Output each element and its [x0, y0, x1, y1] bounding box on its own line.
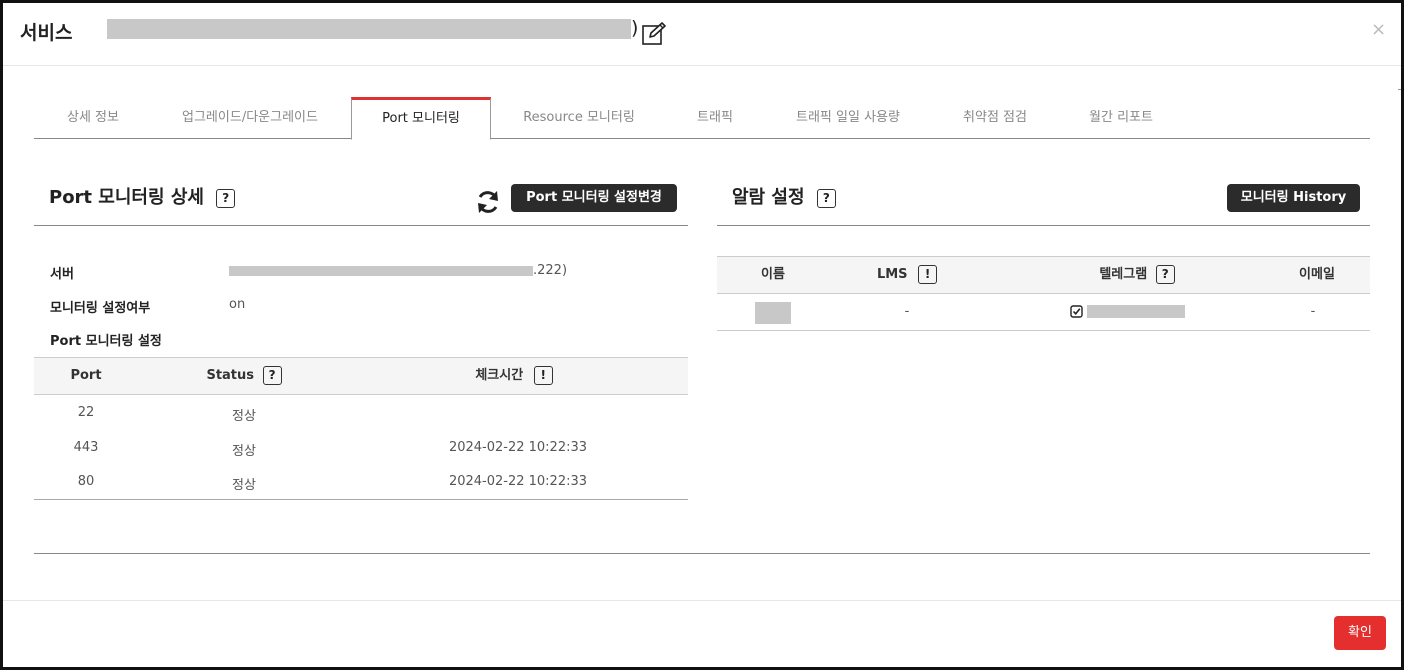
- column-email: 이메일: [1299, 267, 1335, 282]
- close-button[interactable]: ×: [1371, 21, 1386, 39]
- column-lms: LMS !: [857, 257, 957, 293]
- modal-title: 서비스: [20, 22, 73, 44]
- port-cell: 22: [77, 405, 95, 420]
- alarm-settings-title: 알람 설정 ?: [732, 183, 836, 209]
- port-cell: 443: [73, 440, 99, 455]
- tab-daily-traffic[interactable]: 트래픽 일일 사용량: [786, 98, 910, 139]
- column-status-label: Status: [206, 368, 255, 383]
- server-label: 서버: [50, 267, 74, 282]
- column-telegram: 텔레그램 ?: [1067, 257, 1207, 293]
- tab-upgrade-downgrade[interactable]: 업그레이드/다운그레이드: [168, 98, 332, 139]
- divider: [34, 553, 1370, 554]
- help-icon[interactable]: ?: [1155, 265, 1175, 284]
- checkbox-checked-icon[interactable]: [1070, 305, 1083, 318]
- tab-bar: 상세 정보 업그레이드/다운그레이드 Port 모니터링 Resource 모니…: [34, 97, 1370, 140]
- edit-icon[interactable]: [641, 21, 667, 47]
- refresh-icon[interactable]: [475, 189, 501, 215]
- tab-resource-monitoring[interactable]: Resource 모니터링: [510, 98, 648, 139]
- port-monitoring-title: Port 모니터링 상세 ?: [49, 183, 236, 209]
- modal-window: 서비스 ) × 상세 정보 업그레이드/다운그레이드 Port 모니터링 Res…: [0, 0, 1404, 670]
- divider: [717, 330, 1370, 331]
- column-status: Status ?: [174, 358, 314, 394]
- server-value-suffix: .222): [533, 263, 568, 278]
- check-time-cell: 2024-02-22 10:22:33: [448, 474, 588, 489]
- tab-vulnerability-check[interactable]: 취약점 점검: [948, 98, 1042, 139]
- column-port: Port: [70, 368, 102, 383]
- status-cell: 정상: [232, 478, 256, 493]
- divider: [717, 225, 1370, 226]
- alarm-settings-title-text: 알람 설정: [732, 187, 805, 208]
- redacted-service-name: [107, 19, 631, 39]
- change-port-monitoring-settings-button[interactable]: Port 모니터링 설정변경: [511, 184, 677, 212]
- info-icon[interactable]: !: [918, 265, 938, 284]
- tab-port-monitoring[interactable]: Port 모니터링: [351, 97, 491, 140]
- port-monitoring-title-text: Port 모니터링 상세: [49, 187, 204, 208]
- confirm-button[interactable]: 확인: [1334, 616, 1386, 650]
- monitoring-enabled-value: on: [229, 297, 246, 312]
- divider: [34, 499, 688, 500]
- lms-cell: -: [904, 304, 910, 319]
- divider: [34, 225, 688, 226]
- help-icon[interactable]: ?: [216, 188, 236, 208]
- redacted-name: [755, 302, 791, 324]
- tab-traffic[interactable]: 트래픽: [680, 98, 750, 139]
- port-cell: 80: [77, 474, 95, 489]
- column-check-time-label: 체크시간: [475, 368, 524, 383]
- title-suffix: ): [631, 17, 639, 39]
- column-lms-label: LMS: [876, 267, 908, 282]
- redacted-server-name: [229, 266, 533, 276]
- divider: [1398, 89, 1401, 90]
- help-icon[interactable]: ?: [816, 188, 836, 208]
- column-check-time: 체크시간 !: [434, 358, 594, 394]
- port-table-header: Port Status ? 체크시간 !: [34, 357, 688, 395]
- port-settings-label: Port 모니터링 설정: [50, 334, 162, 349]
- status-cell: 정상: [232, 444, 256, 459]
- footer-divider: [3, 600, 1401, 601]
- tab-detail-info[interactable]: 상세 정보: [34, 98, 152, 139]
- monitoring-history-button[interactable]: 모니터링 History: [1227, 184, 1360, 212]
- modal-header: 서비스 ) ×: [3, 3, 1401, 66]
- help-icon[interactable]: ?: [262, 366, 282, 385]
- tab-monthly-report[interactable]: 월간 리포트: [1076, 98, 1166, 139]
- alarm-table-header: 이름 LMS ! 텔레그램 ? 이메일: [717, 256, 1370, 294]
- info-icon[interactable]: !: [533, 366, 553, 385]
- redacted-telegram-id: [1087, 305, 1185, 318]
- column-name: 이름: [761, 267, 785, 282]
- check-time-cell: 2024-02-22 10:22:33: [448, 440, 588, 455]
- column-telegram-label: 텔레그램: [1099, 267, 1148, 282]
- status-cell: 정상: [232, 409, 256, 424]
- monitoring-enabled-label: 모니터링 설정여부: [50, 301, 151, 316]
- email-cell: -: [1310, 304, 1316, 319]
